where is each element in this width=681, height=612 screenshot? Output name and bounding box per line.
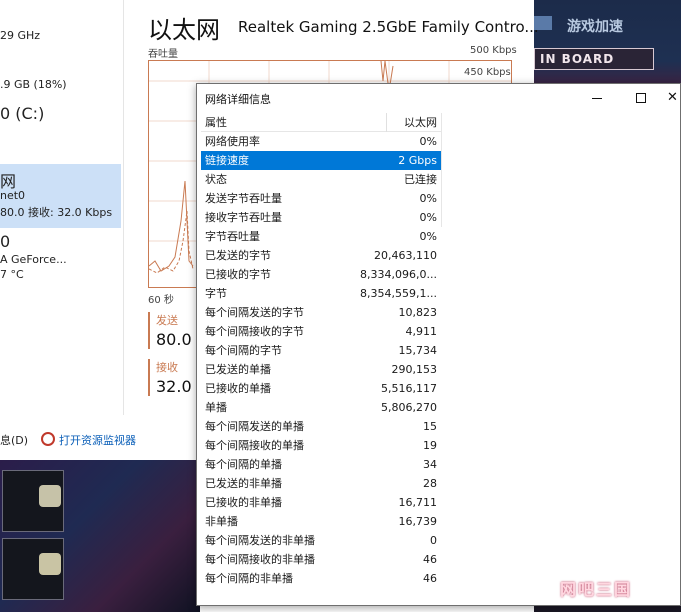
send-series-line xyxy=(149,180,194,272)
network-details-dialog: 网络详细信息 ✕ 属性 以太网 网络使用率 0% 链接速度 2 Gbps 状态 已连接 发送… xyxy=(196,83,681,606)
row-value: 0% xyxy=(419,192,437,205)
maximize-button[interactable] xyxy=(619,84,663,112)
table-row[interactable]: 已接收的字节 8,334,096,0... xyxy=(201,265,441,284)
desktop-background-left xyxy=(0,460,200,612)
table-row[interactable]: 每个间隔发送的非单播 0 xyxy=(201,531,441,550)
fewer-details-link[interactable]: 息(D) xyxy=(0,432,28,448)
row-value: 0 xyxy=(430,534,437,547)
dialog-titlebar[interactable]: 网络详细信息 ✕ xyxy=(197,84,680,112)
table-row[interactable]: 单播 5,806,270 xyxy=(201,398,441,417)
footer-links: 息(D) 打开资源监视器 xyxy=(0,424,200,460)
row-value: 16,739 xyxy=(398,515,438,528)
gpu-label[interactable]: 0 xyxy=(0,232,10,251)
close-icon: ✕ xyxy=(667,90,678,105)
table-row[interactable]: 已发送的非单播 28 xyxy=(201,474,441,493)
table-row[interactable]: 发送字节吞吐量 0% xyxy=(201,189,441,208)
board-text: IN BOARD xyxy=(540,52,615,66)
table-row[interactable]: 已发送的单播 290,153 xyxy=(201,360,441,379)
minimize-button[interactable] xyxy=(575,84,619,112)
column-divider[interactable] xyxy=(386,113,387,132)
send-stat: 发送 80.0 xyxy=(148,312,192,349)
row-value: 0% xyxy=(419,211,437,224)
open-resource-monitor-link[interactable]: 打开资源监视器 xyxy=(59,432,136,448)
row-value: 5,806,270 xyxy=(381,401,437,414)
memory-usage: .9 GB (18%) xyxy=(0,78,67,91)
table-row[interactable]: 已发送的字节 20,463,110 xyxy=(201,246,441,265)
row-value: 290,153 xyxy=(391,363,438,376)
gpu-temp: 7 °C xyxy=(0,268,24,281)
table-row[interactable]: 非单播 16,739 xyxy=(201,512,441,531)
adapter-name: Realtek Gaming 2.5GbE Family Contro... xyxy=(238,18,539,36)
receive-label: 接收 xyxy=(156,361,178,374)
performance-sidebar: 29 GHz .9 GB (18%) 0 (C:) 网 net0 80.0 接收… xyxy=(0,0,123,415)
row-value: 0% xyxy=(419,135,437,148)
table-row[interactable]: 每个间隔的单播 34 xyxy=(201,455,441,474)
receive-stat: 接收 32.0 xyxy=(148,359,192,396)
table-row[interactable]: 已接收的单播 5,516,117 xyxy=(201,379,441,398)
row-value: 19 xyxy=(423,439,437,452)
table-right-edge xyxy=(441,113,442,227)
row-value: 2 Gbps xyxy=(398,154,437,167)
row-value: 20,463,110 xyxy=(374,249,437,262)
table-row[interactable]: 已接收的非单播 16,711 xyxy=(201,493,441,512)
edit-icon xyxy=(39,485,61,507)
row-value: 15 xyxy=(423,420,437,433)
row-value: 0% xyxy=(419,230,437,243)
table-row[interactable]: 字节吞吐量 0% xyxy=(201,227,441,246)
table-row[interactable]: 每个间隔的字节 15,734 xyxy=(201,341,441,360)
table-row[interactable]: 每个间隔的非单播 46 xyxy=(201,569,441,588)
ethernet-rates: 80.0 接收: 32.0 Kbps xyxy=(0,206,113,219)
table-row[interactable]: 每个间隔发送的单播 15 xyxy=(201,417,441,436)
row-value: 34 xyxy=(423,458,437,471)
table-row[interactable]: 每个间隔发送的字节 10,823 xyxy=(201,303,441,322)
time-span-label: 60 秒 xyxy=(148,295,174,306)
row-value: 8,354,559,1... xyxy=(360,287,437,300)
table-row[interactable]: 网络使用率 0% xyxy=(201,132,441,151)
table-row[interactable]: 每个间隔接收的字节 4,911 xyxy=(201,322,441,341)
minimize-icon xyxy=(592,98,602,99)
folder-icon xyxy=(39,553,61,575)
disk-label[interactable]: 0 (C:) xyxy=(0,104,44,123)
game-tile-1[interactable] xyxy=(2,470,64,532)
table-header: 属性 以太网 xyxy=(201,113,441,132)
row-value: 5,516,117 xyxy=(381,382,437,395)
table-body: 网络使用率 0% 链接速度 2 Gbps 状态 已连接 发送字节吞吐量 0% 接收字节吞吐量 0%… xyxy=(201,132,441,588)
accelerator-banner-text: 游戏加速 xyxy=(567,19,623,35)
send-value: 80.0 xyxy=(156,330,192,349)
send-label: 发送 xyxy=(156,314,178,327)
table-row[interactable]: 每个间隔接收的非单播 46 xyxy=(201,550,441,569)
scale-2-label: 450 Kbps xyxy=(464,67,511,78)
game-tile-2[interactable] xyxy=(2,538,64,600)
table-row[interactable]: 每个间隔接收的单播 19 xyxy=(201,436,441,455)
row-value: 10,823 xyxy=(398,306,438,319)
ethernet-name: net0 xyxy=(0,189,26,202)
receive-value: 32.0 xyxy=(156,377,192,396)
column-header-value[interactable]: 以太网 xyxy=(351,113,437,132)
cpu-speed: 29 GHz xyxy=(0,29,41,42)
table-row[interactable]: 接收字节吞吐量 0% xyxy=(201,208,441,227)
dialog-title: 网络详细信息 xyxy=(205,93,271,106)
row-value: 8,334,096,0... xyxy=(360,268,437,281)
max-scale-label: 500 Kbps xyxy=(470,45,517,56)
page-title: 以太网 xyxy=(148,16,220,44)
watermark: 网吧三国 xyxy=(560,580,633,599)
resource-monitor-icon xyxy=(41,432,55,446)
throughput-label: 吞吐量 xyxy=(148,49,178,60)
close-button[interactable]: ✕ xyxy=(663,84,681,112)
row-value: 4,911 xyxy=(405,325,438,338)
gpu-name: A GeForce... xyxy=(0,253,67,266)
maximize-icon xyxy=(636,93,646,103)
sidebar-item-ethernet[interactable]: 网 net0 80.0 接收: 32.0 Kbps xyxy=(0,164,121,228)
row-value: 46 xyxy=(423,553,437,566)
row-value: 16,711 xyxy=(398,496,438,509)
row-value: 46 xyxy=(423,572,437,585)
row-value: 15,734 xyxy=(398,344,438,357)
table-row[interactable]: 状态 已连接 xyxy=(201,170,441,189)
table-row[interactable]: 链接速度 2 Gbps xyxy=(201,151,441,170)
row-value: 28 xyxy=(423,477,437,490)
row-value: 已连接 xyxy=(404,173,437,186)
details-table: 属性 以太网 网络使用率 0% 链接速度 2 Gbps 状态 已连接 发送字节吞吐量 0% 接收… xyxy=(201,113,441,588)
table-row[interactable]: 字节 8,354,559,1... xyxy=(201,284,441,303)
